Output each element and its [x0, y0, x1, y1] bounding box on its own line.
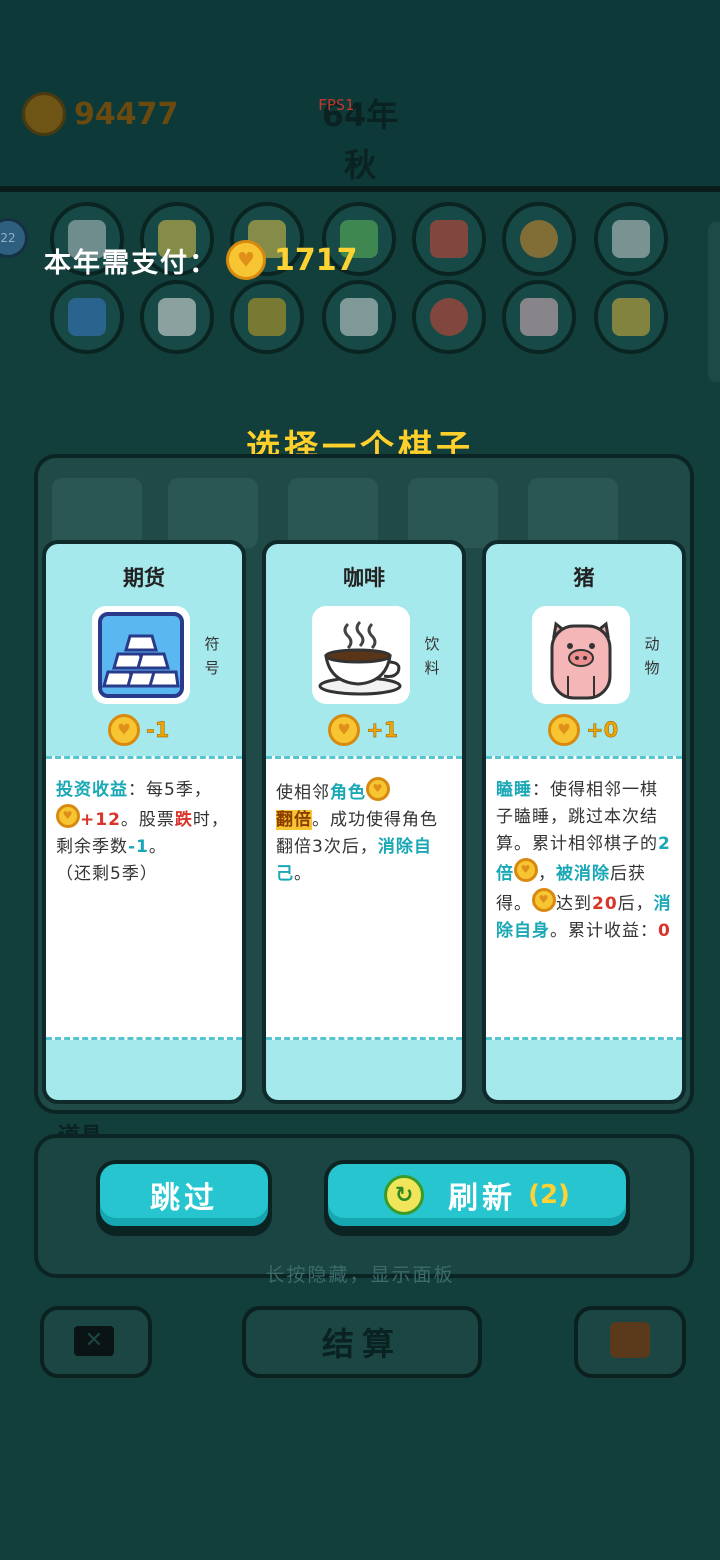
card-category: 饮料: [424, 635, 440, 677]
desc-text: 。: [294, 864, 312, 884]
slot-girls[interactable]: [502, 280, 576, 354]
card-category: 动物: [644, 635, 660, 677]
minus-value: -1: [128, 837, 149, 857]
refresh-icon: ↻: [384, 1175, 425, 1215]
shield-icon: [68, 298, 106, 336]
desc-text: 。股票: [120, 810, 175, 830]
slot-star-plant[interactable]: [594, 280, 668, 354]
fps-counter: FPS1: [318, 96, 355, 114]
remove-piece-button[interactable]: ✕: [40, 1306, 152, 1378]
board-tile: [168, 478, 258, 548]
card-description: 使相邻角色 翻倍。成功使得角色翻倍3次后，消除自己。: [276, 777, 452, 888]
card-cost: +1: [328, 714, 398, 746]
long-press-hint: 长按隐藏，显示面板: [265, 1264, 455, 1286]
briefcase-icon: [610, 1322, 650, 1358]
pot-icon: [612, 220, 650, 258]
desc-text: 后，: [617, 894, 654, 914]
limit-value: 20: [592, 894, 618, 914]
keyword-sleep: 瞌睡: [496, 780, 532, 800]
desc-text: 达到: [556, 894, 592, 914]
board-tile: [408, 478, 498, 548]
payment-amount: 1717: [274, 242, 358, 278]
coin-icon: [514, 858, 538, 882]
delete-tag-icon: ✕: [74, 1326, 114, 1356]
payment-label: 本年需支付：: [44, 247, 218, 279]
coin-icon: [108, 714, 140, 746]
skip-label: 跳过: [150, 1181, 218, 1216]
piece-card-futures[interactable]: 期货 符号 -1 投资收益：每5季，+12。股票跌时，剩余季数-1。 （还剩5季…: [42, 540, 246, 1104]
star-plant-icon: [612, 298, 650, 336]
coin-icon: [532, 888, 556, 912]
desc-text: 。: [148, 837, 167, 857]
refresh-button[interactable]: ↻ 刷新 (2): [324, 1160, 630, 1230]
slot-shield[interactable]: [50, 280, 124, 354]
card-title: 期货: [123, 566, 165, 590]
card-category: 符号: [204, 635, 220, 677]
keyword-investment: 投资收益: [56, 780, 128, 800]
card-description-box: 使相邻角色 翻倍。成功使得角色翻倍3次后，消除自己。: [266, 756, 462, 1040]
coin-total: 94477: [74, 96, 179, 132]
coin-icon: [226, 240, 266, 280]
ghost-icon: [158, 298, 196, 336]
slot-fries[interactable]: [412, 202, 486, 276]
settle-button[interactable]: 结算: [242, 1306, 482, 1378]
slot-minus[interactable]: [412, 280, 486, 354]
side-drawer-handle[interactable]: [708, 222, 720, 382]
coffee-cup-icon: [312, 606, 410, 704]
coin-icon: [548, 714, 580, 746]
coin-icon: [56, 804, 80, 828]
card-description-box: 瞌睡：使得相邻一棋子瞌睡，跳过本次结算。累计相邻棋子的2倍，被消除后获得。达到2…: [486, 756, 682, 1040]
coin-counter: 94477: [22, 92, 178, 136]
keyword-double: 翻倍: [276, 810, 312, 830]
piece-card-pig[interactable]: 猪 动物 +0 瞌睡：使得相邻一棋子瞌睡，跳过本次结算。累计相邻棋子的2倍，被消…: [482, 540, 686, 1104]
slot-bottle[interactable]: [322, 280, 396, 354]
keyword-role: 角色: [330, 783, 366, 803]
coin-icon: [328, 714, 360, 746]
card-description-box: 投资收益：每5季，+12。股票跌时，剩余季数-1。 （还剩5季）: [46, 756, 242, 1040]
fries-icon: [430, 220, 468, 258]
card-description: 投资收益：每5季，+12。股票跌时，剩余季数-1。 （还剩5季）: [56, 777, 232, 888]
keyword-fall: 跌: [174, 810, 193, 830]
piece-card-coffee[interactable]: 咖啡 饮料 +1 使相邻角色 翻倍。成功使得角色翻倍3次后，消除自己。: [262, 540, 466, 1104]
desc-text: 。累计收益：: [550, 921, 658, 941]
total-gain: 0: [658, 921, 671, 941]
girls-icon: [520, 298, 558, 336]
slot-buns[interactable]: [502, 202, 576, 276]
season-label: 秋: [343, 146, 376, 184]
slot-ghost[interactable]: [140, 280, 214, 354]
gold-bars-icon: [92, 606, 190, 704]
desc-text: ：每5季，: [128, 780, 212, 800]
bag-button[interactable]: [574, 1306, 686, 1378]
card-description: 瞌睡：使得相邻一棋子瞌睡，跳过本次结算。累计相邻棋子的2倍，被消除后获得。达到2…: [496, 777, 672, 945]
buns-icon: [520, 220, 558, 258]
settle-label: 结算: [321, 1325, 402, 1363]
skip-button[interactable]: 跳过: [96, 1160, 272, 1230]
gain-value: +12: [80, 810, 121, 830]
screwdriver-icon: [248, 298, 286, 336]
refresh-count: (2): [528, 1180, 570, 1210]
card-cost: -1: [108, 714, 170, 746]
minus-circle-icon: [430, 298, 468, 336]
board-tile: [528, 478, 618, 548]
card-title: 猪: [573, 566, 595, 590]
slot-screwdriver[interactable]: [230, 280, 304, 354]
board-tile: [52, 478, 142, 548]
bottle-icon: [340, 298, 378, 336]
cost-value: +0: [586, 718, 619, 742]
slot-pot[interactable]: [594, 202, 668, 276]
refresh-label: 刷新: [448, 1181, 517, 1216]
coin-icon: [22, 92, 66, 136]
board-tile: [288, 478, 378, 548]
cost-value: +1: [366, 718, 399, 742]
pig-icon: [532, 606, 630, 704]
card-title: 咖啡: [343, 566, 385, 590]
coin-icon: [366, 777, 390, 801]
cost-value: -1: [146, 718, 170, 742]
yearly-payment: 本年需支付： 1717: [44, 240, 358, 280]
remaining-seasons: （还剩5季）: [56, 864, 158, 884]
desc-text: 使相邻: [276, 783, 330, 803]
keyword-removed: 被消除: [556, 864, 610, 884]
card-cost: +0: [548, 714, 618, 746]
desc-text: ，: [538, 864, 556, 884]
